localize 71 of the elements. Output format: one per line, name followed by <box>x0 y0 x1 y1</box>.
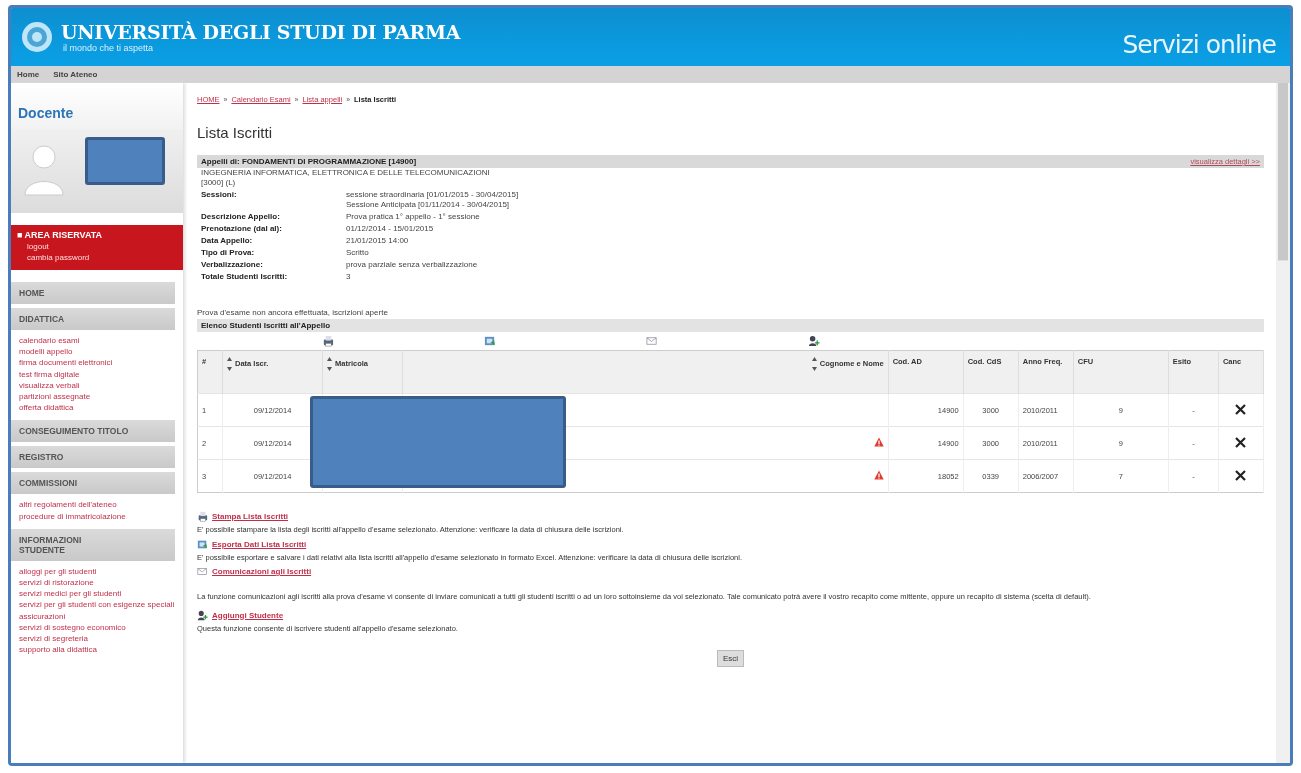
page-title: Lista Iscritti <box>197 124 273 141</box>
menu-section-header[interactable]: INFORMAZIONI STUDENTE <box>11 528 175 561</box>
menu-section-header[interactable]: DIDATTICA <box>11 308 175 330</box>
field-value: 01/12/2014 - 15/01/2015 <box>346 224 435 234</box>
service-title: Servizi online <box>1122 29 1276 59</box>
add-user-icon[interactable] <box>197 609 208 621</box>
course-name: INGEGNERIA INFORMATICA, ELETTRONICA E DELLE TELECOMUNICAZIONI [3000] (L) <box>200 168 491 188</box>
sort-arrows-icon[interactable] <box>811 357 817 371</box>
field-value: Sessione Anticipata [01/11/2014 - 30/04/2015] <box>346 200 511 210</box>
menu-link[interactable]: servizi per gli studenti con esigenze speciali <box>19 599 183 611</box>
field-label: Tipo di Prova: <box>201 248 256 258</box>
action-link[interactable]: Stampa Lista Iscritti <box>212 512 289 521</box>
export-icon[interactable] <box>197 538 208 550</box>
field-label: Verbalizzazione: <box>201 260 264 270</box>
menu-link[interactable]: supporto alla didattica <box>19 644 183 656</box>
delete-icon[interactable] <box>1235 403 1247 415</box>
menu-link[interactable]: altri regolamenti dell'ateneo <box>19 499 183 511</box>
menu-link[interactable]: offerta didattica <box>19 402 183 414</box>
field-label: Sessioni: <box>201 190 238 201</box>
menu-link[interactable]: partizioni assegnate <box>19 391 183 403</box>
menu-section-header[interactable]: COMMISSIONI <box>11 472 175 495</box>
status-note: Prova d'esame non ancora effettuata, iscrizioni aperte <box>197 308 389 317</box>
menu-link[interactable]: alloggi per gli studenti <box>19 565 183 578</box>
delete-icon[interactable] <box>1235 469 1247 481</box>
menu-section-header[interactable]: REGISTRO <box>11 446 175 469</box>
menu-section-header[interactable]: HOME <box>11 282 175 304</box>
menu-link[interactable]: calendario esami <box>19 335 183 347</box>
university-logo <box>21 21 53 53</box>
field-value: Scritto <box>346 248 370 258</box>
exam-title: Appelli di: FONDAMENTI DI PROGRAMMAZIONE [14900] <box>201 157 417 166</box>
menu-link[interactable]: servizi medici per gli studenti <box>19 588 183 600</box>
menu-link[interactable]: servizi di ristorazione <box>19 577 183 589</box>
action-link[interactable]: Esporta Dati Lista Iscritti <box>212 539 307 549</box>
tagline: il mondo che ti aspetta <box>63 43 155 53</box>
menu-link[interactable]: test firma digitale <box>19 368 183 380</box>
field-label: Data Appello: <box>201 236 254 246</box>
reserved-area-title: ■ AREA RISERVATA <box>17 230 104 240</box>
field-value: sessione straordinaria [01/01/2015 - 30/04/2015] <box>346 190 520 200</box>
sort-arrows-icon[interactable] <box>227 357 232 371</box>
printer-icon[interactable] <box>322 335 334 347</box>
sidebar-title: Docente <box>11 83 183 129</box>
printer-icon[interactable] <box>197 511 208 522</box>
nav-link[interactable]: Home <box>17 70 40 79</box>
menu-link[interactable]: modelli appello <box>19 346 183 358</box>
list-title: Elenco Studenti Iscritti all'Appello <box>197 319 1264 332</box>
exit-button[interactable]: Esci <box>716 650 745 667</box>
export-icon[interactable] <box>484 335 496 347</box>
menu-link[interactable]: visualizza verbali <box>19 379 183 391</box>
menu-link[interactable]: procedure di immatricolazione <box>19 510 183 522</box>
field-label: Descrizione Appello: <box>201 212 281 222</box>
menu-link[interactable]: servizi di sostegno economico <box>19 621 183 634</box>
field-value: Prova pratica 1° appello - 1° sessione <box>346 212 481 222</box>
nav-link[interactable]: Sito Ateneo <box>53 70 98 79</box>
menu-link[interactable]: servizi di segreteria <box>19 633 183 645</box>
add-user-icon[interactable] <box>808 335 820 347</box>
field-value: prova parziale senza verbalizzazione <box>346 260 479 270</box>
field-label: Prenotazione (dal al): <box>201 224 283 234</box>
field-label: Totale Studenti Iscritti: <box>201 272 289 282</box>
reserved-link[interactable]: cambia password <box>27 253 177 262</box>
menu-link[interactable]: assicurazioni <box>19 610 183 622</box>
action-link[interactable]: Comunicazioni agli Iscritti <box>212 567 312 576</box>
menu-section-header[interactable]: CONSEGUIMENTO TITOLO <box>11 420 175 443</box>
field-value: 3 <box>346 272 352 282</box>
delete-icon[interactable] <box>1235 436 1247 448</box>
reserved-link[interactable]: logout <box>27 242 177 251</box>
university-name: UNIVERSITÀ DEGLI STUDI DI PARMA <box>61 21 461 43</box>
sort-arrows-icon[interactable] <box>327 357 333 371</box>
action-link[interactable]: Aggiungi Studente <box>212 610 284 620</box>
field-value: 21/01/2015 14:00 <box>346 236 410 246</box>
menu-link[interactable]: firma documenti elettronici <box>19 357 183 369</box>
scrollbar[interactable] <box>1276 83 1290 763</box>
